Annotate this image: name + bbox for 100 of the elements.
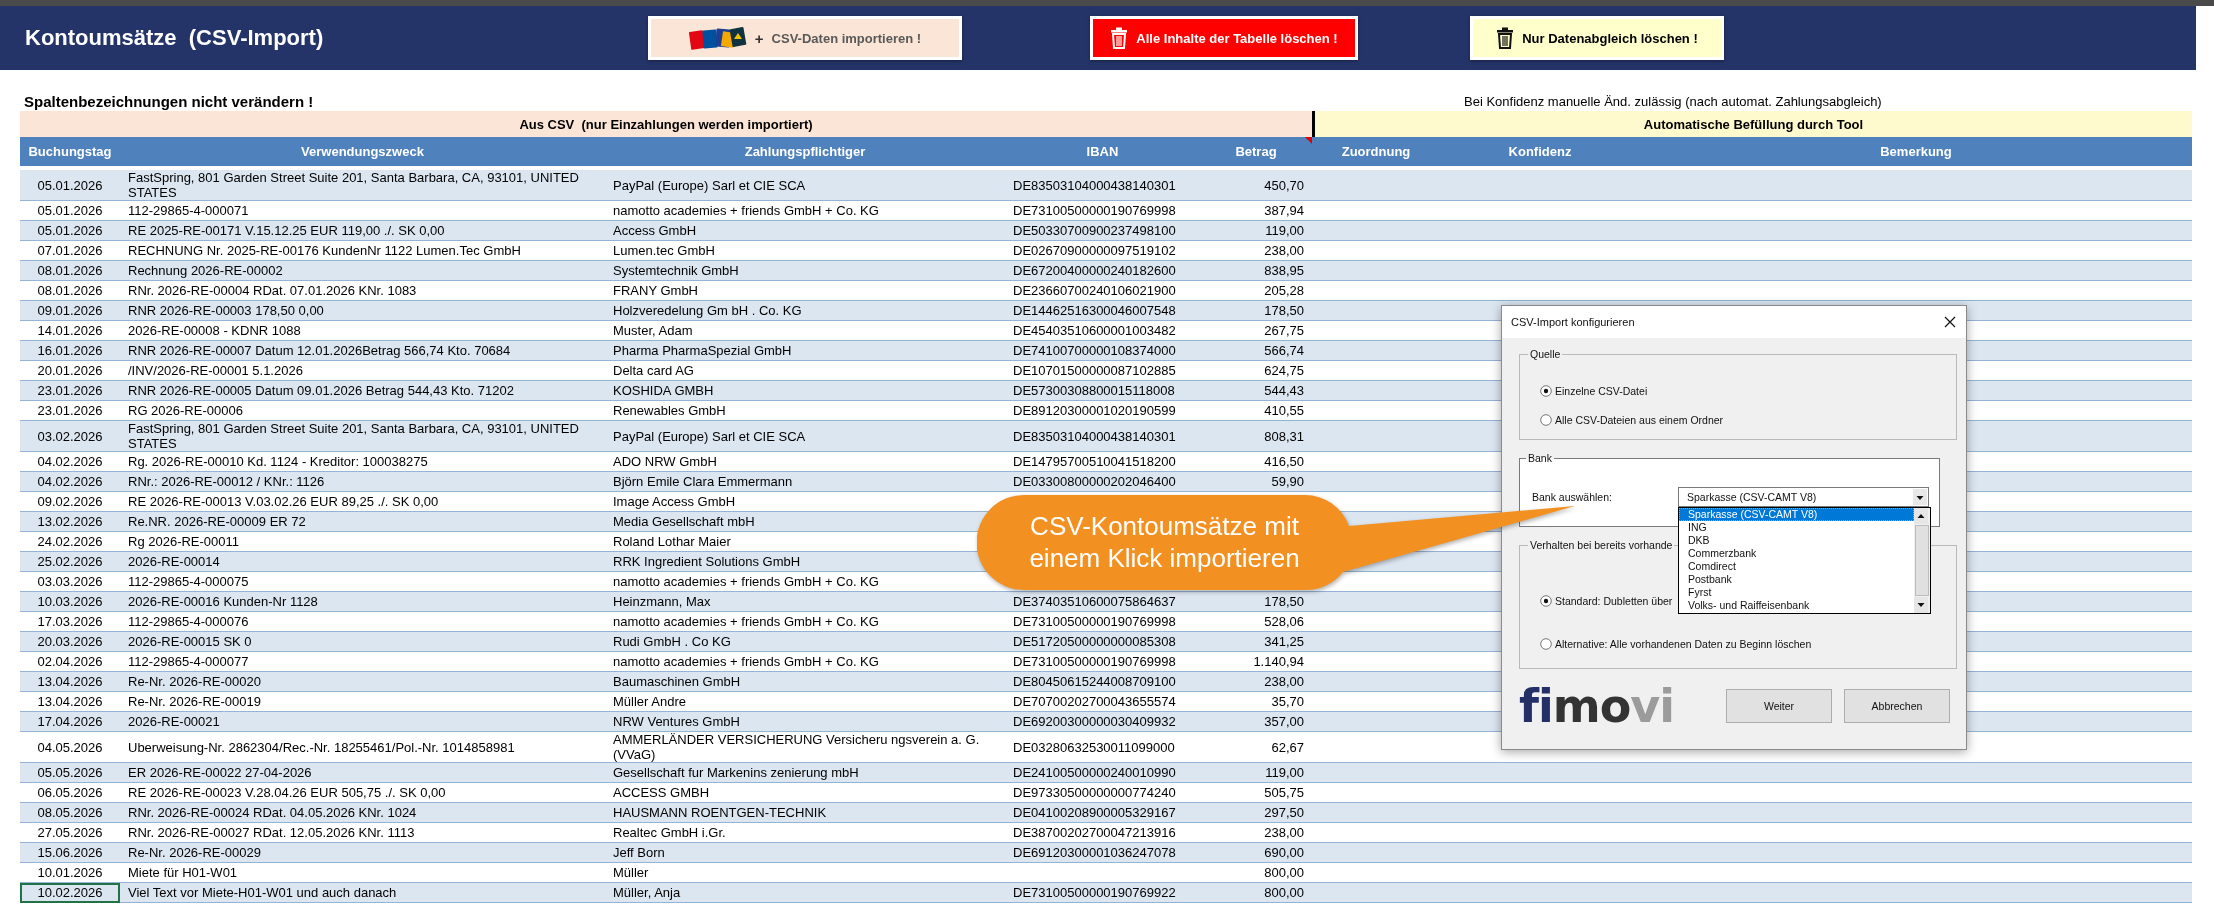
table-cell: 119,00 <box>1200 762 1312 783</box>
table-cell: 27.05.2026 <box>20 822 120 843</box>
dropdown-option[interactable]: Postbank <box>1679 572 1914 586</box>
table-cell: 20.03.2026 <box>20 631 120 652</box>
dialog-title: CSV-Import konfigurieren <box>1511 316 1635 328</box>
table-cell: 03.03.2026 <box>20 571 120 592</box>
table-cell: 624,75 <box>1200 360 1312 381</box>
table-cell: 238,00 <box>1200 822 1312 843</box>
table-cell: AMMERLÄNDER VERSICHERUNG Versicheru ngsverein a. G. (VVaG) <box>605 731 1005 763</box>
table-cell: 838,95 <box>1200 260 1312 281</box>
table-cell: Baumaschinen GmbH <box>605 671 1005 692</box>
table-cell: DE38700202700047213916 <box>1005 822 1200 843</box>
page-title: Kontoumsätze (CSV-Import) <box>25 25 325 51</box>
table-cell: namotto academies + friends GmbH + Co. KG <box>605 611 1005 632</box>
table-cell: 2026-RE-00015 SK 0 <box>120 631 605 652</box>
column-header: Buchungstag <box>20 137 120 168</box>
table-cell: 341,25 <box>1200 631 1312 652</box>
table-cell: Pharma PharmaSpezial GmbH <box>605 340 1005 361</box>
table-cell: DE37403510600075864637 <box>1005 591 1200 612</box>
table-cell: 23.01.2026 <box>20 400 120 421</box>
radio-label[interactable]: Einzelne CSV-Datei <box>1555 384 1648 397</box>
table-cell: DE14462516300046007548 <box>1005 300 1200 321</box>
trash-icon <box>1110 27 1129 49</box>
scrollbar-thumb[interactable] <box>1915 524 1929 596</box>
table-cell: DE73100500000190769998 <box>1005 200 1200 221</box>
radio-button[interactable] <box>1540 413 1552 426</box>
table-cell: DE03300800000202046400 <box>1005 471 1200 492</box>
table-cell: namotto academies + friends GmbH + Co. KG <box>605 200 1005 221</box>
table-cell: DE73100500000190769922 <box>1005 882 1200 903</box>
dropdown-option[interactable]: Volks- und Raiffeisenbank <box>1679 598 1914 612</box>
table-cell: 15.06.2026 <box>20 842 120 863</box>
table-cell: Rudi GmbH . Co KG <box>605 631 1005 652</box>
table-cell: 1.140,94 <box>1200 651 1312 672</box>
table-cell: DE50330700900237498100 <box>1005 220 1200 241</box>
table-cell: Uberweisung-Nr. 2862304/Rec.-Nr. 18255461/Pol.-Nr. 1014858981 <box>120 731 605 763</box>
table-cell: DE70700202700043655574 <box>1005 691 1200 712</box>
table-cell: 09.02.2026 <box>20 491 120 512</box>
table-cell: 17.04.2026 <box>20 711 120 732</box>
table-cell: RE 2025-RE-00171 V.15.12.25 EUR 119,00 ./. SK 0,00 <box>120 220 605 241</box>
table-cell: NRW Ventures GmbH <box>605 711 1005 732</box>
column-header: Bemerkung <box>1640 137 2192 168</box>
table-cell: 2026-RE-00008 - KDNR 1088 <box>120 320 605 341</box>
table-cell: 178,50 <box>1200 300 1312 321</box>
bank-cards-icon <box>688 25 747 51</box>
dropdown-option[interactable]: DKB <box>1679 533 1914 547</box>
dropdown-option[interactable]: Commerzbank <box>1679 546 1914 560</box>
table-cell: 59,90 <box>1200 471 1312 492</box>
table-cell: 10.02.2026 <box>20 882 120 903</box>
dropdown-option[interactable]: Sparkasse (CSV-CAMT V8) <box>1679 507 1914 521</box>
table-cell: 2026-RE-00016 Kunden-Nr 1128 <box>120 591 605 612</box>
header-button[interactable]: Nur Datenabgleich löschen ! <box>1470 16 1724 60</box>
table-cell: FastSpring, 801 Garden Street Suite 201, Santa Barbara, CA, 93101, UNITED STATES <box>120 420 605 452</box>
caret-icon <box>1913 488 1927 505</box>
radio-label[interactable]: Alternative: Alle vorhandenen Daten zu Beginn löschen <box>1555 637 1812 650</box>
table-cell: 505,75 <box>1200 782 1312 803</box>
group-label: Bank <box>1527 452 1553 464</box>
header-button[interactable]: + CSV-Daten importieren ! <box>648 16 962 60</box>
table-cell: 16.01.2026 <box>20 340 120 361</box>
table-cell: DE51720500000000085308 <box>1005 631 1200 652</box>
table-cell: 03.02.2026 <box>20 420 120 452</box>
table-cell: 20.01.2026 <box>20 360 120 381</box>
table-cell: DE89120300001020190599 <box>1005 400 1200 421</box>
table-cell: Gesellschaft fur Markenins zenierung mbH <box>605 762 1005 783</box>
dropdown-option[interactable]: Fyrst <box>1679 585 1914 599</box>
table-cell: DE69120300001036247078 <box>1005 842 1200 863</box>
table-cell: 05.05.2026 <box>20 762 120 783</box>
radio-button[interactable] <box>1540 637 1552 650</box>
dialog-button[interactable]: Weiter <box>1726 689 1832 723</box>
dialog-button[interactable]: Abbrechen <box>1844 689 1950 723</box>
radio-button[interactable] <box>1540 594 1552 607</box>
table-cell: 13.04.2026 <box>20 671 120 692</box>
table-cell: 178,50 <box>1200 591 1312 612</box>
table-cell: DE83503104000438140301 <box>1005 168 1200 201</box>
radio-label[interactable]: Alle CSV-Dateien aus einem Ordner <box>1555 413 1724 426</box>
note-text: Bei Konfidenz manuelle Änd. zulässig (nach automat. Zahlungsabgleich) <box>1464 94 1882 111</box>
table-cell: 05.01.2026 <box>20 220 120 241</box>
table-cell: 04.02.2026 <box>20 471 120 492</box>
table-cell: RNR 2026-RE-00007 Datum 12.01.2026Betrag 566,74 Kto. 70684 <box>120 340 605 361</box>
table-cell: 238,00 <box>1200 671 1312 692</box>
table-cell: RG 2026-RE-00006 <box>120 400 605 421</box>
radio-button[interactable] <box>1540 384 1552 397</box>
table-cell: 17.03.2026 <box>20 611 120 632</box>
table-cell: DE10701500000087102885 <box>1005 360 1200 381</box>
table-cell: DE97330500000000774240 <box>1005 782 1200 803</box>
column-header: Betrag <box>1200 137 1312 168</box>
section-banner: Automatische Befüllung durch Tool <box>1312 111 2192 137</box>
table-cell: Björn Emile Clara Emmermann <box>605 471 1005 492</box>
radio-label[interactable]: Standard: Dubletten über <box>1555 594 1673 607</box>
table-cell: RE 2026-RE-00023 V.28.04.26 EUR 505,75 ./. SK 0,00 <box>120 782 605 803</box>
table-cell: 808,31 <box>1200 420 1312 452</box>
close-icon[interactable] <box>1944 316 1956 328</box>
table-cell: 416,50 <box>1200 451 1312 472</box>
table-cell: RNr. 2026-RE-00004 RDat. 07.01.2026 KNr. 1083 <box>120 280 605 301</box>
header-button[interactable]: Alle Inhalte der Tabelle löschen ! <box>1090 16 1358 60</box>
field-label: Bank auswählen: <box>1531 490 1613 503</box>
table-cell: 800,00 <box>1200 882 1312 903</box>
table-cell: 62,67 <box>1200 731 1312 763</box>
table-cell: 528,06 <box>1200 611 1312 632</box>
table-cell: ACCESS GMBH <box>605 782 1005 803</box>
table-cell: PayPal (Europe) Sarl et CIE SCA <box>605 168 1005 201</box>
